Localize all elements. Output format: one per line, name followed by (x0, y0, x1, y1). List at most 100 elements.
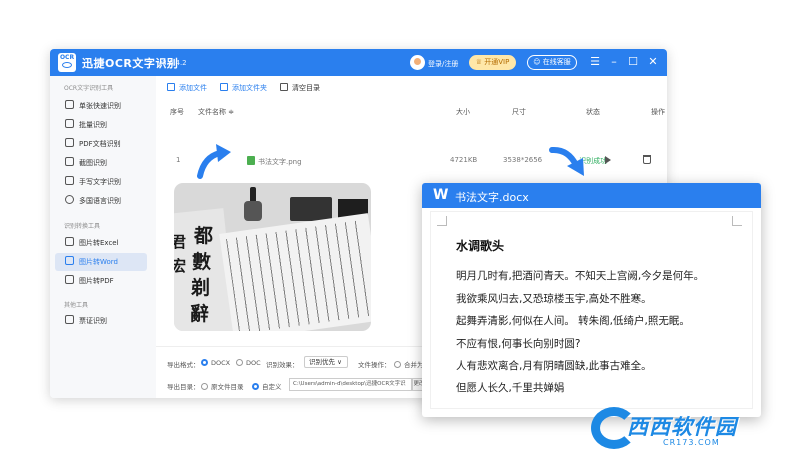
image-file-icon (247, 156, 255, 165)
sidebar-item-label: 图片转Word (79, 258, 118, 266)
sidebar-group-other: 其他工具 (64, 302, 89, 309)
calligraphy-photo: 都 數 剃 辭 君 宏 (174, 183, 371, 331)
header-filename[interactable]: 文件名称 ≑ (198, 107, 234, 117)
add-file-button[interactable]: 添加文件 (167, 83, 207, 93)
sidebar-group-ocr: OCR文字识别工具 (64, 85, 114, 92)
format-doc-radio[interactable]: DOC (236, 359, 261, 367)
radio-on-icon (201, 359, 208, 366)
export-format-label: 导出格式： (167, 361, 200, 369)
header-size: 大小 (456, 108, 470, 116)
row-filename: 书法文字.png (247, 156, 302, 167)
sidebar-item-to-excel[interactable]: 图片转Excel (55, 234, 147, 252)
ink-bottle-icon (244, 201, 262, 221)
sidebar-item-label: 票证识别 (79, 317, 107, 325)
login-register-link[interactable]: 登录/注册 (428, 59, 458, 69)
sidebar-item-label: 单张快速识别 (79, 102, 121, 110)
row-index: 1 (176, 156, 181, 164)
doc-line: 人有悲欢离合,月有阴晴圆缺,此事古难全。 (456, 360, 652, 372)
word-icon: W (433, 187, 449, 203)
crown-icon: ♕ (475, 58, 485, 66)
menu-icon[interactable]: ☰ (588, 54, 602, 70)
merge-radio[interactable]: 合并为 (394, 359, 424, 369)
delete-row-icon[interactable] (643, 155, 651, 164)
inkstone-icon (290, 197, 332, 221)
sidebar-item-label: PDF文档识别 (79, 140, 121, 148)
calligraphy-char: 君 (174, 233, 187, 251)
avatar[interactable] (410, 55, 425, 70)
app-version: v8.6.4.2 (158, 59, 187, 67)
export-dir-label: 导出目录： (167, 383, 200, 391)
radio-off-icon (236, 359, 243, 366)
sidebar-item-label: 图片转Excel (79, 239, 119, 247)
file-op-label: 文件操作： (358, 361, 391, 369)
watermark-text: 西西软件园 (627, 415, 737, 439)
sidebar-item-to-pdf[interactable]: 图片转PDF (55, 272, 147, 290)
effect-select[interactable]: 识别优先 ∨ (304, 356, 348, 368)
close-icon[interactable]: ✕ (646, 54, 660, 70)
sidebar-item-pdf[interactable]: PDF文档识别 (55, 135, 147, 153)
orig-dir-radio[interactable]: 原文件目录 (201, 381, 244, 391)
docx-label: DOCX (211, 359, 231, 367)
minimize-icon[interactable]: – (607, 54, 621, 70)
calligraphy-book (219, 213, 371, 331)
orig-dir-label: 原文件目录 (211, 383, 244, 391)
doc-label: DOC (246, 359, 261, 367)
doc-line: 我欲乘风归去,又恐琼楼玉宇,高处不胜寒。 (456, 293, 652, 305)
doc-line: 起舞弄清影,何似在人间。 转朱阁,低绮户,照无眠。 (456, 315, 690, 327)
header-action: 操作 (651, 108, 665, 116)
site-watermark: 西西软件园 CR173.COM (591, 407, 776, 452)
sidebar-item-label: 截图识别 (79, 159, 107, 167)
ticket-icon (65, 315, 74, 324)
pdf-icon (65, 138, 74, 147)
doc-filename: 书法文字.docx (455, 191, 529, 204)
filename-text: 书法文字.png (258, 158, 302, 166)
sidebar-item-quick-recognize[interactable]: 单张快速识别 (55, 97, 147, 115)
pen-icon (65, 176, 74, 185)
folder-icon (220, 83, 228, 91)
batch-icon (65, 119, 74, 128)
arrow-up-icon (197, 144, 231, 179)
doc-line: 但愿人长久,千里共婵娟 (456, 382, 565, 394)
add-file-label: 添加文件 (179, 84, 207, 92)
play-icon[interactable] (605, 156, 611, 164)
open-vip-button[interactable]: ♕ 开通VIP (469, 55, 516, 70)
doc-line: 明月几时有,把酒问青天。不知天上宫阙,今夕是何年。 (456, 270, 705, 282)
export-path-input[interactable]: C:\Users\admin-d\desktop\迅捷OCR文字识 (289, 378, 412, 391)
maximize-icon[interactable]: ☐ (626, 54, 640, 70)
calligraphy-char: 剃 (191, 277, 211, 299)
add-file-icon (167, 83, 175, 91)
trash-icon (280, 83, 288, 91)
radio-on-icon (252, 383, 259, 390)
vip-label: 开通VIP (484, 58, 510, 66)
online-service-button[interactable]: ☺ 在线客服 (527, 55, 577, 70)
word-preview-window: W 书法文字.docx 水调歌头 明月几时有,把酒问青天。不知天上宫阙,今夕是何… (422, 183, 761, 417)
add-folder-button[interactable]: 添加文件夹 (220, 83, 267, 93)
sidebar-item-handwriting[interactable]: 手写文字识别 (55, 173, 147, 191)
merge-label: 合并为 (404, 361, 424, 369)
service-label: 在线客服 (542, 58, 571, 66)
sidebar-item-label: 图片转PDF (79, 277, 114, 285)
word-icon (65, 256, 74, 265)
custom-label: 自定义 (262, 383, 282, 391)
radio-off-icon (394, 361, 401, 368)
app-logo-icon: OCR (58, 53, 76, 72)
calligraphy-char: 辭 (190, 303, 210, 325)
radio-off-icon (201, 383, 208, 390)
sidebar-item-batch[interactable]: 批量识别 (55, 116, 147, 134)
globe-icon (65, 195, 74, 204)
sidebar-item-label: 批量识别 (79, 121, 107, 129)
headset-icon: ☺ (533, 58, 543, 66)
format-docx-radio[interactable]: DOCX (201, 359, 230, 367)
header-dimension: 尺寸 (512, 108, 526, 116)
sidebar-item-to-word[interactable]: 图片转Word (55, 253, 147, 271)
sidebar-item-multilang[interactable]: 多国语言识别 (55, 192, 147, 210)
sidebar-item-ticket[interactable]: 票证识别 (55, 312, 147, 330)
clear-list-button[interactable]: 清空目录 (280, 83, 320, 93)
add-folder-label: 添加文件夹 (232, 84, 267, 92)
sidebar-item-screenshot[interactable]: 截图识别 (55, 154, 147, 172)
custom-dir-radio[interactable]: 自定义 (252, 381, 282, 391)
pdf-icon (65, 275, 74, 284)
watermark-url: CR173.COM (663, 438, 720, 447)
sidebar-item-label: 多国语言识别 (79, 197, 121, 205)
excel-icon (65, 237, 74, 246)
